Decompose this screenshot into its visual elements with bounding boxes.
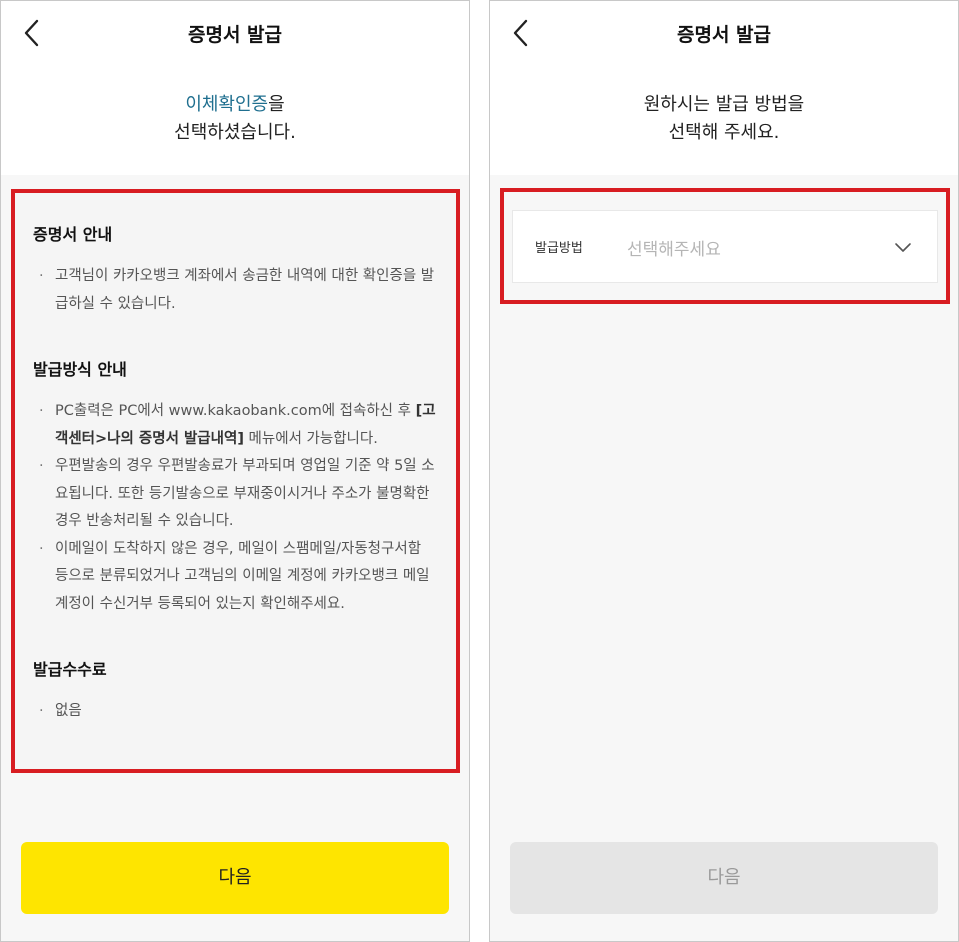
section-title-method: 발급방식 안내 — [33, 360, 127, 379]
method-headline: 원하시는 발급 방법을 선택해 주세요. — [490, 65, 958, 175]
certificate-info-list: 고객님이 카카오뱅크 계좌에서 송금한 내역에 대한 확인증을 발급하실 수 있… — [33, 263, 438, 318]
info-panel: 증명서 안내 고객님이 카카오뱅크 계좌에서 송금한 내역에 대한 확인증을 발… — [11, 189, 460, 773]
headline-line-2: 선택하셨습니다. — [174, 122, 296, 143]
top-bar: 증명서 발급 — [490, 1, 958, 65]
list-item-text: 메뉴에서 가능합니다. — [243, 430, 378, 447]
select-placeholder: 선택해주세요 — [627, 240, 721, 260]
headline-particle: 을 — [268, 94, 285, 115]
certificate-info-screen: 증명서 발급 이체확인증을 선택하셨습니다. 증명서 안내 고객님이 카카오뱅크… — [0, 0, 470, 942]
selection-headline: 이체확인증을 선택하셨습니다. — [1, 65, 469, 175]
section-title-certificate: 증명서 안내 — [33, 225, 113, 244]
headline-line-1: 이체확인증을 — [1, 91, 469, 119]
list-item: PC출력은 PC에서 www.kakaobank.com에 접속하신 후 [고객… — [33, 398, 438, 453]
issue-method-select[interactable]: 발급방법 선택해주세요 — [512, 210, 938, 283]
page-title: 증명서 발급 — [187, 24, 282, 46]
chevron-down-icon — [893, 237, 913, 257]
method-info-list: PC출력은 PC에서 www.kakaobank.com에 접속하신 후 [고객… — [33, 398, 438, 618]
page-title: 증명서 발급 — [676, 24, 771, 46]
section-title-fee: 발급수수료 — [33, 660, 107, 679]
select-highlight: 발급방법 선택해주세요 — [500, 188, 950, 304]
list-item: 이메일이 도착하지 않은 경우, 메일이 스팸메일/자동청구서함 등으로 분류되… — [33, 536, 438, 619]
next-button-disabled[interactable]: 다음 — [510, 842, 938, 914]
list-item-text: PC출력은 PC에서 www.kakaobank.com에 접속하신 후 — [55, 403, 416, 419]
headline-line-1: 원하시는 발급 방법을 — [643, 94, 805, 115]
top-bar: 증명서 발급 — [1, 1, 469, 65]
issue-method-screen: 증명서 발급 원하시는 발급 방법을 선택해 주세요. 발급방법 선택해주세요 … — [489, 0, 959, 942]
list-item: 우편발송의 경우 우편발송료가 부과되며 영업일 기준 약 5일 소요됩니다. … — [33, 453, 438, 536]
selected-certificate-name: 이체확인증 — [185, 94, 269, 115]
fee-info-list: 없음 — [33, 698, 438, 726]
list-item: 고객님이 카카오뱅크 계좌에서 송금한 내역에 대한 확인증을 발급하실 수 있… — [33, 263, 438, 318]
list-item: 없음 — [33, 698, 438, 726]
select-label: 발급방법 — [535, 241, 583, 256]
next-button[interactable]: 다음 — [21, 842, 449, 914]
headline-line-2: 선택해 주세요. — [668, 122, 780, 143]
